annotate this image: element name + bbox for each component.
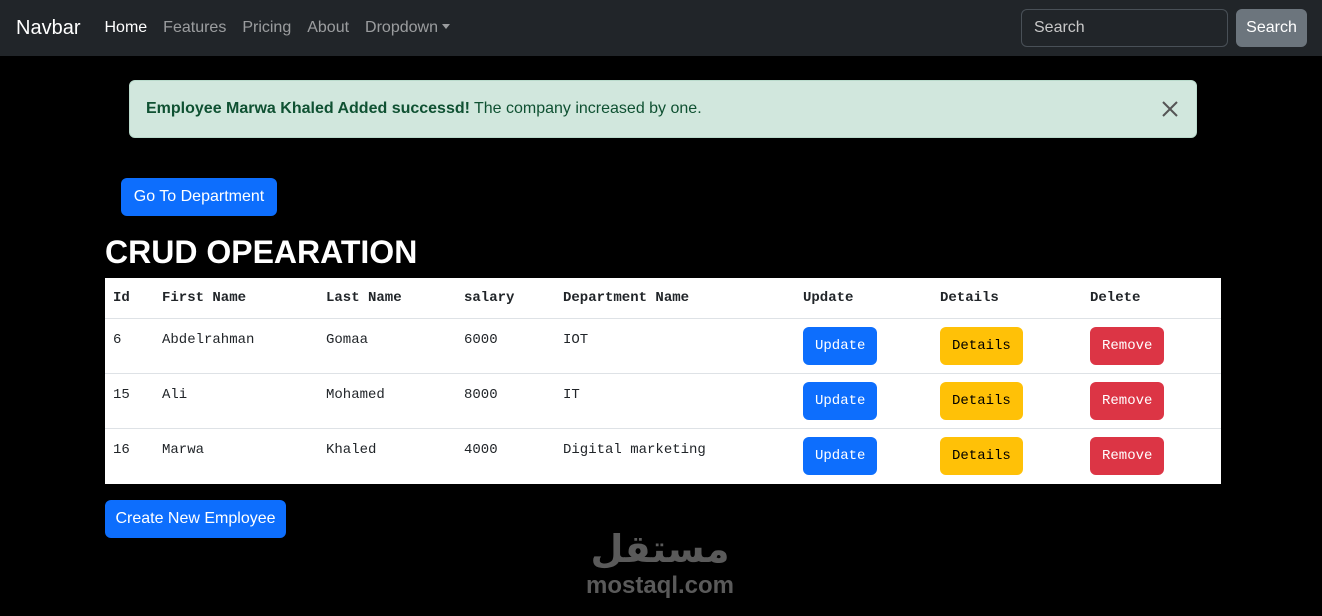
col-header-update: Update — [803, 289, 854, 306]
col-header-first-name: First Name — [162, 289, 247, 306]
cell-salary: 6000 — [456, 317, 555, 373]
cell-department: IT — [555, 372, 795, 428]
cell-id: 6 — [105, 317, 154, 373]
watermark-latin: mostaql.com — [585, 572, 735, 599]
cell-department: IOT — [555, 317, 795, 373]
alert-strong-text: Employee Marwa Khaled Added successd! — [146, 100, 470, 117]
cell-delete: Remove — [1082, 317, 1221, 373]
details-button[interactable]: Details — [940, 326, 1023, 365]
go-to-department-button[interactable]: Go To Department — [121, 178, 277, 216]
col-header-salary: salary — [464, 289, 515, 306]
nav-link-pricing[interactable]: Pricing — [242, 19, 291, 37]
create-new-employee-button[interactable]: Create New Employee — [105, 500, 286, 538]
cell-update: Update — [795, 372, 932, 428]
watermark-logo: مستقل mostaql.com — [580, 528, 740, 608]
watermark-arabic: مستقل — [590, 529, 730, 571]
cell-salary: 8000 — [456, 372, 555, 428]
cell-last-name: Mohamed — [318, 372, 456, 428]
col-header-delete: Delete — [1090, 289, 1141, 306]
cell-first-name: Abdelrahman — [154, 317, 318, 373]
search-form: Search — [1021, 9, 1307, 47]
remove-button[interactable]: Remove — [1090, 326, 1165, 365]
cell-first-name: Marwa — [154, 427, 318, 483]
cell-salary: 4000 — [456, 427, 555, 483]
cell-first-name: Ali — [154, 372, 318, 428]
success-alert: Employee Marwa Khaled Added successd! Th… — [129, 80, 1197, 138]
nav-link-features[interactable]: Features — [163, 19, 226, 37]
table-row: 16 Marwa Khaled 4000 Digital marketing U… — [105, 427, 1221, 483]
search-button[interactable]: Search — [1236, 9, 1307, 47]
dropdown-label: Dropdown — [365, 19, 438, 36]
cell-details: Details — [932, 427, 1082, 483]
col-header-id: Id — [113, 289, 130, 306]
update-button[interactable]: Update — [803, 381, 878, 420]
cell-id: 15 — [105, 372, 154, 428]
navbar: Navbar Home Features Pricing About Dropd… — [0, 0, 1322, 56]
cell-delete: Remove — [1082, 427, 1221, 483]
cell-department: Digital marketing — [555, 427, 795, 483]
details-button[interactable]: Details — [940, 381, 1023, 420]
cell-delete: Remove — [1082, 372, 1221, 428]
page-title: CRUD OPEARATION — [105, 234, 418, 270]
details-button[interactable]: Details — [940, 436, 1023, 475]
cell-id: 16 — [105, 427, 154, 483]
navbar-brand[interactable]: Navbar — [16, 17, 80, 40]
employee-table: Id First Name Last Name salary Departmen… — [105, 278, 1221, 484]
table-header-row: Id First Name Last Name salary Departmen… — [105, 278, 1221, 318]
remove-button[interactable]: Remove — [1090, 436, 1165, 475]
nav-link-about[interactable]: About — [307, 19, 349, 37]
alert-text: The company increased by one. — [473, 100, 702, 117]
cell-details: Details — [932, 317, 1082, 373]
table-row: 15 Ali Mohamed 8000 IT Update Details Re… — [105, 372, 1221, 428]
close-icon[interactable] — [1160, 99, 1180, 119]
nav-link-home[interactable]: Home — [104, 19, 147, 37]
search-input[interactable] — [1021, 9, 1228, 47]
cell-update: Update — [795, 427, 932, 483]
cell-last-name: Khaled — [318, 427, 456, 483]
cell-update: Update — [795, 317, 932, 373]
update-button[interactable]: Update — [803, 326, 878, 365]
cell-details: Details — [932, 372, 1082, 428]
nav-link-dropdown[interactable]: Dropdown — [365, 19, 450, 37]
col-header-details: Details — [940, 289, 999, 306]
cell-last-name: Gomaa — [318, 317, 456, 373]
caret-down-icon — [441, 24, 450, 29]
table-row: 6 Abdelrahman Gomaa 6000 IOT Update Deta… — [105, 317, 1221, 373]
col-header-department: Department Name — [563, 289, 690, 306]
update-button[interactable]: Update — [803, 436, 878, 475]
col-header-last-name: Last Name — [326, 289, 402, 306]
remove-button[interactable]: Remove — [1090, 381, 1165, 420]
